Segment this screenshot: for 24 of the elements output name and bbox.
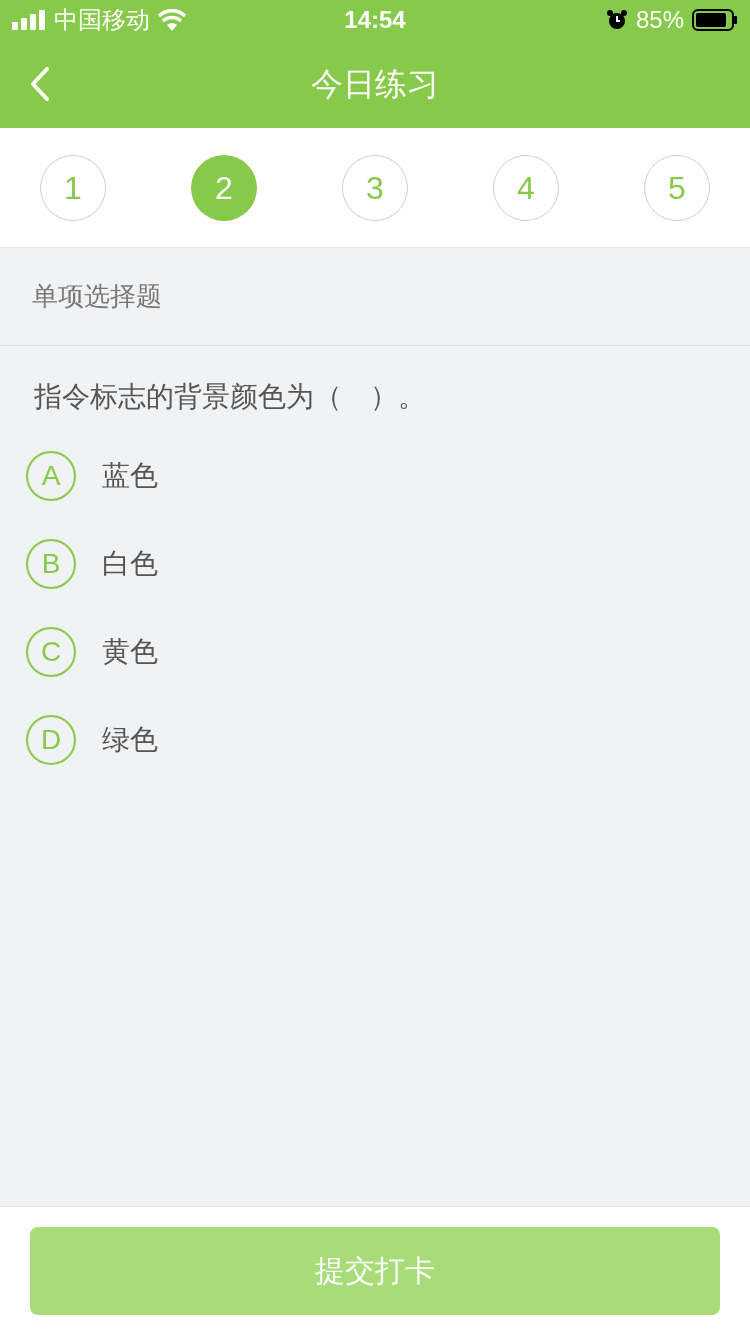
option-letter[interactable]: A <box>26 451 76 501</box>
option-text[interactable]: 黄色 <box>102 631 158 673</box>
back-icon <box>30 67 50 101</box>
battery-percent: 85% <box>635 5 684 35</box>
carrier-name: 中国移动 <box>54 5 150 35</box>
clock-time: 14:54 <box>344 5 406 35</box>
wifi-icon <box>158 9 186 31</box>
question-text: 指令标志的背景颜色为（ ）。 <box>34 381 426 412</box>
question-number-tab[interactable]: 2 <box>191 154 257 221</box>
alarm-icon <box>605 9 628 31</box>
signal-icon <box>12 10 46 30</box>
option-letter[interactable]: D <box>26 715 76 765</box>
option-text[interactable]: 白色 <box>102 543 158 585</box>
page-title: 今日练习 <box>311 65 439 104</box>
option-letter[interactable]: B <box>26 539 76 589</box>
section-title: 单项选择题 <box>32 280 162 313</box>
option-text[interactable]: 绿色 <box>102 719 158 761</box>
option-text[interactable]: 蓝色 <box>102 455 158 497</box>
option-letter[interactable]: C <box>26 627 76 677</box>
question-number-tab[interactable]: 5 <box>644 154 710 221</box>
question-number-tab[interactable]: 3 <box>342 154 408 221</box>
question-number-tab[interactable]: 4 <box>493 154 559 221</box>
battery-icon <box>692 9 738 31</box>
question-number-tab[interactable]: 1 <box>40 154 106 221</box>
